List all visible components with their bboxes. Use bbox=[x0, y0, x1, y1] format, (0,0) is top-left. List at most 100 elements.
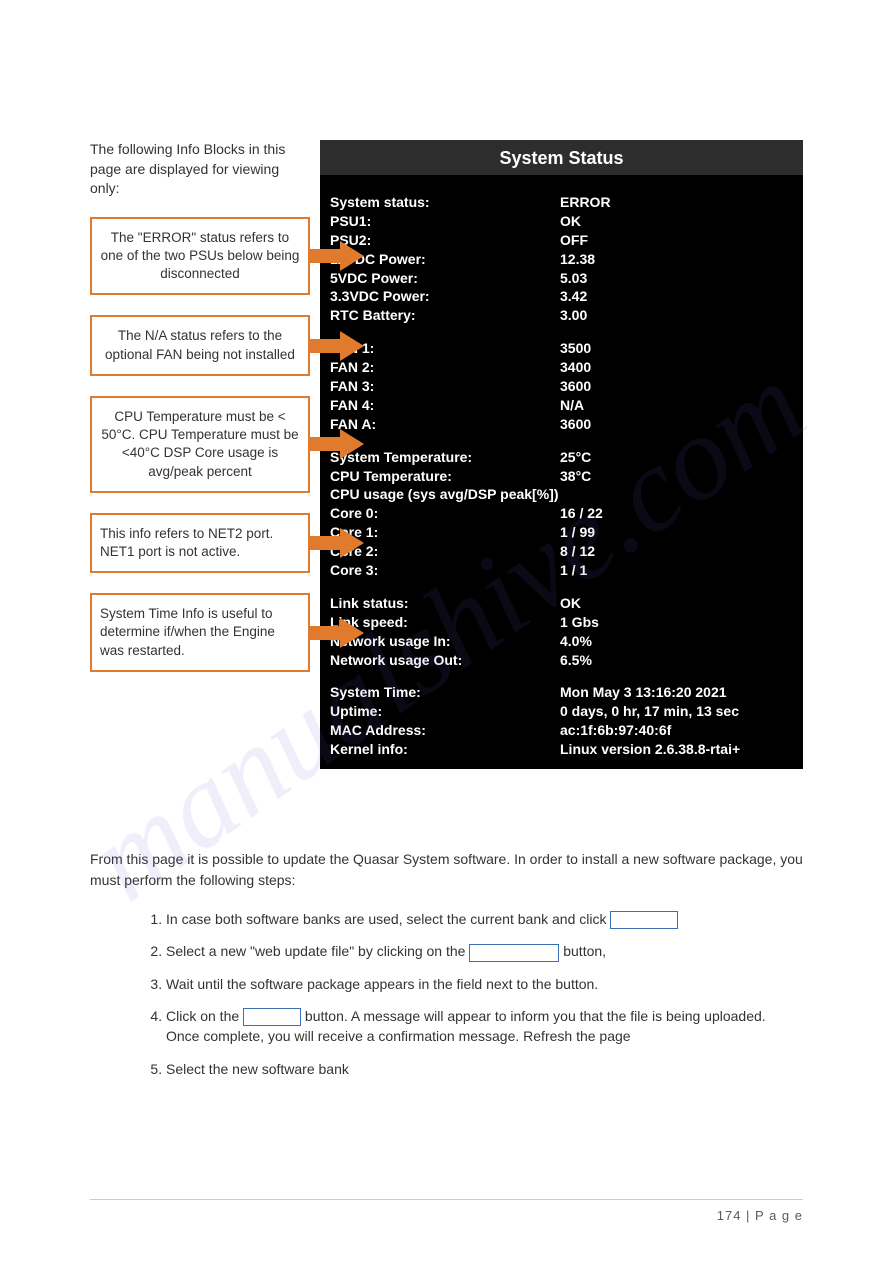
status-label: PSU1: bbox=[330, 212, 560, 231]
status-label: Link status: bbox=[330, 594, 560, 613]
status-value: 3600 bbox=[560, 415, 793, 434]
top-row: The following Info Blocks in this page a… bbox=[90, 140, 803, 769]
status-label: CPU Temperature: bbox=[330, 467, 560, 486]
status-label: 5VDC Power: bbox=[330, 269, 560, 288]
arrow-right-icon bbox=[308, 618, 364, 648]
status-row: Core 1:1 / 99 bbox=[330, 523, 793, 542]
status-row: PSU1:OK bbox=[330, 212, 793, 231]
step-5: Select the new software bank bbox=[166, 1059, 803, 1079]
status-value: Linux version 2.6.38.8-rtai+ bbox=[560, 740, 793, 759]
status-value: 6.5% bbox=[560, 651, 793, 670]
status-value: 12.38 bbox=[560, 250, 793, 269]
block-cpu: System Temperature:25°CCPU Temperature:3… bbox=[330, 448, 793, 580]
status-row: System Time:Mon May 3 13:16:20 2021 bbox=[330, 683, 793, 702]
status-row: 12VDC Power:12.38 bbox=[330, 250, 793, 269]
status-value: Mon May 3 13:16:20 2021 bbox=[560, 683, 793, 702]
status-value: OK bbox=[560, 594, 793, 613]
blank-button[interactable] bbox=[469, 944, 559, 962]
status-label: Link speed: bbox=[330, 613, 560, 632]
status-row: Core 3:1 / 1 bbox=[330, 561, 793, 580]
callout-cpu-temp: CPU Temperature must be < 50°C. CPU Temp… bbox=[90, 396, 310, 493]
callout-net2: This info refers to NET2 port. NET1 port… bbox=[90, 513, 310, 573]
status-label: Core 3: bbox=[330, 561, 560, 580]
status-value: 3500 bbox=[560, 339, 793, 358]
status-row: Kernel info:Linux version 2.6.38.8-rtai+ bbox=[330, 740, 793, 759]
callout-text: The N/A status refers to the optional FA… bbox=[105, 328, 295, 361]
status-row: Core 0:16 / 22 bbox=[330, 504, 793, 523]
block-sysinfo: System Time:Mon May 3 13:16:20 2021Uptim… bbox=[330, 683, 793, 759]
panel-title: System Status bbox=[320, 140, 803, 175]
arrow-right-icon bbox=[308, 241, 364, 271]
status-row: System Temperature:25°C bbox=[330, 448, 793, 467]
callout-text: The "ERROR" status refers to one of the … bbox=[101, 230, 300, 281]
status-label: PSU2: bbox=[330, 231, 560, 250]
system-status-panel: System Status System status:ERRORPSU1:OK… bbox=[320, 140, 803, 769]
status-row: RTC Battery:3.00 bbox=[330, 306, 793, 325]
status-row: 3.3VDC Power:3.42 bbox=[330, 287, 793, 306]
status-row: FAN 1:3500 bbox=[330, 339, 793, 358]
bottom-intro: From this page it is possible to update … bbox=[90, 849, 803, 891]
status-label: FAN 4: bbox=[330, 396, 560, 415]
callout-error-status: The "ERROR" status refers to one of the … bbox=[90, 217, 310, 296]
status-label: System Time: bbox=[330, 683, 560, 702]
status-row: Network usage Out:6.5% bbox=[330, 651, 793, 670]
status-value: 3.00 bbox=[560, 306, 793, 325]
status-value: 3.42 bbox=[560, 287, 793, 306]
status-row: 5VDC Power:5.03 bbox=[330, 269, 793, 288]
status-row: MAC Address:ac:1f:6b:97:40:6f bbox=[330, 721, 793, 740]
bottom-section: From this page it is possible to update … bbox=[90, 849, 803, 1079]
step-text: Select a new "web update file" by clicki… bbox=[166, 943, 469, 959]
steps-list: In case both software banks are used, se… bbox=[146, 909, 803, 1079]
status-row: Link status:OK bbox=[330, 594, 793, 613]
status-value: 38°C bbox=[560, 467, 793, 486]
step-text: In case both software banks are used, se… bbox=[166, 911, 610, 927]
panel-body: System status:ERRORPSU1:OKPSU2:OFF12VDC … bbox=[320, 175, 803, 769]
cpu-usage-heading: CPU usage (sys avg/DSP peak[%]) bbox=[330, 485, 559, 504]
status-value: 3600 bbox=[560, 377, 793, 396]
blank-button[interactable] bbox=[610, 911, 678, 929]
status-label: Network usage Out: bbox=[330, 651, 560, 670]
status-value: 16 / 22 bbox=[560, 504, 793, 523]
status-label: Core 1: bbox=[330, 523, 560, 542]
status-value: ac:1f:6b:97:40:6f bbox=[560, 721, 793, 740]
status-value: 1 / 1 bbox=[560, 561, 793, 580]
status-value: 3400 bbox=[560, 358, 793, 377]
status-row: Core 2:8 / 12 bbox=[330, 542, 793, 561]
status-value: 5.03 bbox=[560, 269, 793, 288]
block-fans: FAN 1:3500FAN 2:3400FAN 3:3600FAN 4:N/AF… bbox=[330, 339, 793, 433]
step-3: Wait until the software package appears … bbox=[166, 974, 803, 994]
status-row: FAN A:3600 bbox=[330, 415, 793, 434]
status-label: Network usage In: bbox=[330, 632, 560, 651]
status-value: N/A bbox=[560, 396, 793, 415]
status-label: FAN 3: bbox=[330, 377, 560, 396]
status-value: 25°C bbox=[560, 448, 793, 467]
status-row: Link speed:1 Gbs bbox=[330, 613, 793, 632]
status-value: 1 Gbs bbox=[560, 613, 793, 632]
arrow-right-icon bbox=[308, 528, 364, 558]
block-system: System status:ERRORPSU1:OKPSU2:OFF12VDC … bbox=[330, 193, 793, 325]
step-1: In case both software banks are used, se… bbox=[166, 909, 803, 929]
status-value: 1 / 99 bbox=[560, 523, 793, 542]
status-label: FAN A: bbox=[330, 415, 560, 434]
status-row: Network usage In:4.0% bbox=[330, 632, 793, 651]
callout-na-fan: The N/A status refers to the optional FA… bbox=[90, 315, 310, 375]
blank-button[interactable] bbox=[243, 1008, 301, 1026]
status-label: Kernel info: bbox=[330, 740, 560, 759]
callout-text: CPU Temperature must be < 50°C. CPU Temp… bbox=[101, 409, 298, 479]
status-label: Core 0: bbox=[330, 504, 560, 523]
status-row: System status:ERROR bbox=[330, 193, 793, 212]
status-value: ERROR bbox=[560, 193, 793, 212]
left-column: The following Info Blocks in this page a… bbox=[90, 140, 320, 769]
status-label: RTC Battery: bbox=[330, 306, 560, 325]
status-label: Uptime: bbox=[330, 702, 560, 721]
step-2: Select a new "web update file" by clicki… bbox=[166, 941, 803, 961]
status-row: CPU Temperature:38°C bbox=[330, 467, 793, 486]
cpu-usage-heading-row: CPU usage (sys avg/DSP peak[%]) bbox=[330, 485, 793, 504]
callout-system-time: System Time Info is useful to determine … bbox=[90, 593, 310, 672]
status-row: FAN 2:3400 bbox=[330, 358, 793, 377]
callout-text: This info refers to NET2 port. NET1 port… bbox=[100, 526, 273, 559]
status-value: 0 days, 0 hr, 17 min, 13 sec bbox=[560, 702, 793, 721]
status-label: Core 2: bbox=[330, 542, 560, 561]
status-label: FAN 1: bbox=[330, 339, 560, 358]
status-value: OFF bbox=[560, 231, 793, 250]
